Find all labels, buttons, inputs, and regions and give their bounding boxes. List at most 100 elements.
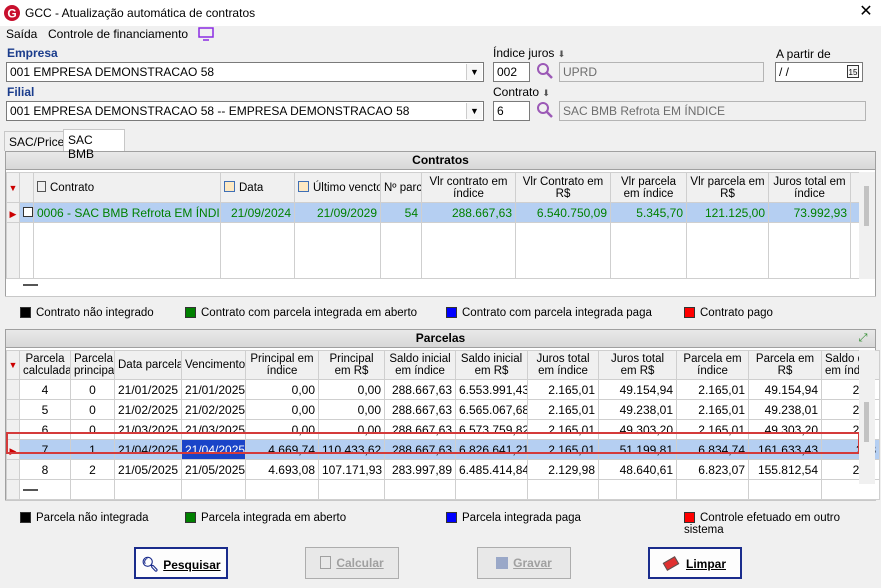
header-blank xyxy=(19,172,34,203)
cell-vencimento: 21/02/2025 xyxy=(181,399,246,420)
table-row[interactable]: 8 2 21/05/2025 21/05/2025 4.693,08 107.171,93… xyxy=(6,459,880,480)
col-ultimo-vencto[interactable]: Último vencto xyxy=(294,172,381,203)
search-button[interactable]: 🔍︎ Pesquisar xyxy=(134,547,228,579)
window-title: GCC - Atualização automática de contrato… xyxy=(25,6,256,20)
col-juros-total-rs[interactable]: Juros total em R$ xyxy=(598,350,677,380)
scroll-thumb[interactable] xyxy=(864,186,869,226)
cell-saldo-inicial-rs: 6.553.991,43 xyxy=(455,379,528,400)
calc-button[interactable]: Calcular xyxy=(305,547,399,579)
col-data-parcela[interactable]: Data parcela xyxy=(114,350,182,380)
cell-juros-total-rs: 51.199,81 xyxy=(598,439,677,460)
col-vencimento[interactable]: Vencimento xyxy=(181,350,246,380)
empresa-select[interactable]: 001 EMPRESA DEMONSTRACAO 58 ▼ xyxy=(6,62,484,82)
cell-juros-total-rs: 49.303,20 xyxy=(598,419,677,440)
calendar-icon[interactable]: 15 xyxy=(847,65,859,78)
col-parcela-principal[interactable]: Parcela principal xyxy=(70,350,115,380)
close-icon[interactable]: ✕ xyxy=(856,2,876,22)
indice-code-input[interactable]: 002 xyxy=(493,62,530,82)
document-icon xyxy=(37,181,46,192)
legend-swatch xyxy=(684,307,695,318)
svg-text:G: G xyxy=(7,7,16,21)
cell-data: 21/09/2024 xyxy=(220,202,295,223)
cell-principal-rs: 0,00 xyxy=(318,399,385,420)
col-vlr-contrato-indice[interactable]: Vlr contrato em índice xyxy=(421,172,516,203)
scroll-thumb[interactable] xyxy=(864,402,869,442)
cell-parcela-indice: 2.165,01 xyxy=(676,379,749,400)
row-checkbox[interactable] xyxy=(19,202,34,223)
legend-swatch xyxy=(185,512,196,523)
apartir-date-input[interactable]: / / 15 xyxy=(775,62,863,82)
legend-item: Contrato não integrado xyxy=(20,307,154,319)
clear-button[interactable]: Limpar xyxy=(648,547,742,579)
search-icon[interactable] xyxy=(535,61,555,81)
contrato-code-input[interactable]: 6 xyxy=(493,101,530,121)
contracts-table: ▼ Contrato Data Último vencto Nº parc Vl… xyxy=(6,172,860,279)
tab-sac-bmb[interactable]: SAC BMB xyxy=(63,129,125,161)
empty-row xyxy=(6,222,860,279)
parcelas-body: 4 0 21/01/2025 21/01/2025 0,00 0,00 288.667,63… xyxy=(6,379,880,480)
cell-parcela-calculada: 7 xyxy=(19,439,71,460)
cell-parcela-principal: 0 xyxy=(70,399,115,420)
col-vlr-parcela-indice[interactable]: Vlr parcela em índice xyxy=(610,172,687,203)
col-nparc[interactable]: Nº parc xyxy=(380,172,422,203)
cell-data-parcela: 21/01/2025 xyxy=(114,379,182,400)
search-icon[interactable] xyxy=(535,100,555,120)
col-contrato[interactable]: Contrato xyxy=(33,172,221,203)
col-juros-total-indice[interactable]: Juros total em índice xyxy=(527,350,599,380)
cell-parcela-principal: 1 xyxy=(70,439,115,460)
table-row[interactable]: 6 0 21/03/2025 21/03/2025 0,00 0,00 288.667,63… xyxy=(6,419,880,440)
legend-swatch xyxy=(20,512,31,523)
empty-row xyxy=(6,479,880,500)
parcelas-scrollbar[interactable] xyxy=(859,350,875,484)
monitor-icon[interactable] xyxy=(198,27,214,41)
chevron-down-icon[interactable]: ▼ xyxy=(466,103,482,119)
save-button[interactable]: Gravar xyxy=(477,547,571,579)
cell-principal-indice: 4.693,08 xyxy=(245,459,319,480)
col-data[interactable]: Data xyxy=(220,172,295,203)
tab-sac-price[interactable]: SAC/Price xyxy=(4,131,64,151)
cell-vencimento: 21/01/2025 xyxy=(181,379,246,400)
calendar-icon xyxy=(298,181,309,192)
cell-juros-total-indice: 2.165,01 xyxy=(527,419,599,440)
col-saldo-inicial-rs[interactable]: Saldo inicial em R$ xyxy=(455,350,528,380)
cell-data-parcela: 21/04/2025 xyxy=(114,439,182,460)
legend-swatch xyxy=(446,307,457,318)
col-principal-indice[interactable]: Principal em índice xyxy=(245,350,319,380)
expand-icon[interactable]: ⤢ xyxy=(855,331,871,346)
col-principal-rs[interactable]: Principal em R$ xyxy=(318,350,385,380)
col-juros-total-indice[interactable]: Juros total em índice xyxy=(768,172,851,203)
cell-parcela-indice: 2.165,01 xyxy=(676,419,749,440)
filial-select[interactable]: 001 EMPRESA DEMONSTRACAO 58 -- EMPRESA D… xyxy=(6,101,484,121)
table-row[interactable]: ▶ 0006 - SAC BMB Refrota EM ÍNDI... 21/0… xyxy=(6,202,860,223)
col-parcela-rs[interactable]: Parcela em R$ xyxy=(748,350,822,380)
contracts-scrollbar[interactable] xyxy=(859,172,875,279)
floppy-icon xyxy=(496,557,509,569)
table-row[interactable]: ▶ 7 1 21/04/2025 21/04/2025 4.669,74 110.433,6… xyxy=(6,439,880,460)
legend-item: Contrato com parcela integrada paga xyxy=(446,307,652,319)
chevron-down-icon[interactable]: ▼ xyxy=(466,64,482,80)
table-row[interactable]: 4 0 21/01/2025 21/01/2025 0,00 0,00 288.667,63… xyxy=(6,379,880,400)
col-parcela-indice[interactable]: Parcela em índice xyxy=(676,350,749,380)
table-row[interactable]: 5 0 21/02/2025 21/02/2025 0,00 0,00 288.667,63… xyxy=(6,399,880,420)
menu-financing[interactable]: Controle de financiamento xyxy=(48,27,188,41)
cell-parcela-principal: 0 xyxy=(70,419,115,440)
legend-swatch xyxy=(20,307,31,318)
cell-juros-total-rs: 49.238,01 xyxy=(598,399,677,420)
cell-saldo-inicial-indice: 288.667,63 xyxy=(384,419,456,440)
contracts-header-row: ▼ Contrato Data Último vencto Nº parc Vl… xyxy=(6,172,860,203)
cell-parcela-rs: 49.303,20 xyxy=(748,419,822,440)
indice-name-field: UPRD xyxy=(559,62,764,82)
col-saldo-inicial-indice[interactable]: Saldo inicial em índice xyxy=(384,350,456,380)
menu-exit[interactable]: Saída xyxy=(6,27,37,41)
legend-item: Parcela integrada paga xyxy=(446,512,581,524)
col-parcela-calculada[interactable]: Parcela calculada xyxy=(19,350,71,380)
col-vlr-contrato-rs[interactable]: Vlr Contrato em R$ xyxy=(515,172,611,203)
cell-data-parcela: 21/05/2025 xyxy=(114,459,182,480)
legend-item: Parcela integrada em aberto xyxy=(185,512,346,524)
parcelas-title: Parcelas xyxy=(6,330,875,348)
cell-principal-rs: 110.433,62 xyxy=(318,439,385,460)
legend-item: Contrato com parcela integrada em aberto xyxy=(185,307,417,319)
col-vlr-parcela-rs[interactable]: Vlr parcela em R$ xyxy=(686,172,769,203)
contrato-label: Contrato ⬇ xyxy=(493,85,550,99)
row-pointer-icon: ▶ xyxy=(6,439,20,460)
